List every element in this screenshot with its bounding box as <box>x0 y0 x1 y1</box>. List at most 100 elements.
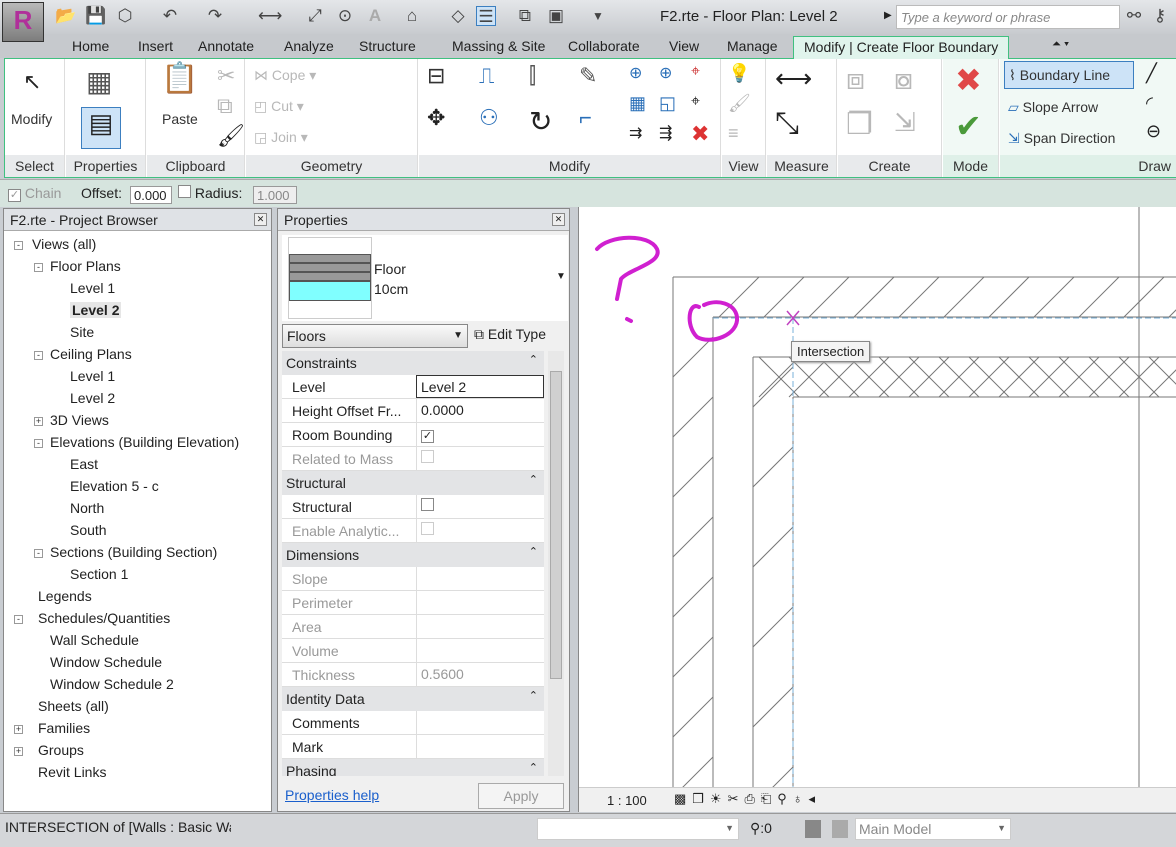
tab-structure[interactable]: Structure <box>359 38 416 54</box>
property-value-field[interactable]: ✓ <box>416 423 544 446</box>
tree-item[interactable]: Elevation 5 - c <box>70 478 159 494</box>
tree-item[interactable]: Sheets (all) <box>38 698 109 714</box>
view-controls-icons[interactable]: ▩❒☀✂⎙⎗⚲♁◂ <box>674 791 821 807</box>
properties-toggle-icon[interactable]: ▤ <box>81 107 121 149</box>
match-properties-icon[interactable]: 🖌 <box>217 123 245 149</box>
override-graphics-icon[interactable]: 🖌 <box>728 93 751 114</box>
3d-view-icon[interactable]: ⌂ <box>402 6 422 26</box>
chain-checkbox[interactable]: ✓ Chain <box>8 185 61 202</box>
tab-massing-site[interactable]: Massing & Site <box>452 38 545 54</box>
tab-home[interactable]: Home <box>72 38 109 54</box>
open-icon[interactable]: 📂 <box>55 6 76 26</box>
apply-button[interactable]: Apply <box>478 783 564 809</box>
move-icon[interactable]: ✥ <box>427 105 445 131</box>
tree-item[interactable]: Level 1 <box>70 368 115 384</box>
tree-item[interactable]: Section 1 <box>70 566 128 582</box>
application-menu-button[interactable]: R <box>2 2 44 42</box>
tab-view[interactable]: View <box>669 38 699 54</box>
collapse-icon[interactable]: - <box>14 615 23 624</box>
close-icon[interactable]: ✕ <box>254 213 267 226</box>
boundary-line-button[interactable]: ⌇ Boundary Line <box>1004 61 1134 89</box>
hide-icon[interactable]: 💡 <box>728 63 750 84</box>
type-selector[interactable]: Floor 10cm ▼ <box>282 235 568 321</box>
text-icon[interactable]: A <box>365 6 385 26</box>
cope-button[interactable]: ⋈ Cope ▾ <box>254 67 316 84</box>
property-group[interactable]: Identity Data ⌃ <box>282 687 544 711</box>
measure-between-icon[interactable]: ⟷ <box>775 63 812 94</box>
mirror-draw-axis-icon[interactable]: ✎ <box>579 63 597 89</box>
modify-button[interactable]: Modify <box>11 111 52 127</box>
property-group[interactable]: Constraints ⌃ <box>282 351 544 375</box>
tree-item[interactable]: Groups <box>38 742 84 758</box>
redo-icon[interactable]: ↷ <box>205 6 225 26</box>
trim-extend-multiple-icon[interactable]: ⇶ <box>659 123 672 143</box>
slope-arrow-button[interactable]: ▱ Slope Arrow <box>1008 99 1098 116</box>
copy-element-icon[interactable]: ⚇ <box>479 105 499 131</box>
collapse-icon[interactable]: ⌃ <box>529 353 538 366</box>
design-options-icon[interactable] <box>805 820 821 838</box>
span-direction-button[interactable]: ⇲ Span Direction <box>1008 130 1115 147</box>
scale-icon[interactable]: ◱ <box>659 93 676 114</box>
collapse-icon[interactable]: - <box>14 241 23 250</box>
key-icon[interactable]: ⚷ <box>1150 6 1170 26</box>
offset-input[interactable]: 0.000 <box>130 186 172 204</box>
property-value-field[interactable] <box>416 735 544 758</box>
chevron-down-icon[interactable]: ▼ <box>556 271 566 282</box>
copy-icon[interactable]: ⧉ <box>217 93 233 119</box>
tree-item[interactable]: Sections (Building Section) <box>50 544 217 560</box>
mirror-pick-axis-icon[interactable]: ⫿ <box>529 63 536 89</box>
offset-icon[interactable]: ⎍ <box>479 63 494 89</box>
linework-icon[interactable]: ≡ <box>728 123 739 144</box>
delete-icon[interactable]: ✖ <box>691 121 709 147</box>
align-icon[interactable]: ⊟ <box>427 63 445 89</box>
tree-item[interactable]: East <box>70 456 98 472</box>
split-icon[interactable]: ⊕ <box>629 63 642 83</box>
expand-icon[interactable]: + <box>14 747 23 756</box>
unpin-icon[interactable]: ⌖ <box>691 63 700 81</box>
create-parts-icon[interactable]: ⧇ <box>894 63 913 97</box>
property-group[interactable]: Structural ⌃ <box>282 471 544 495</box>
create-assembly-icon[interactable]: ⧈ <box>846 63 865 97</box>
tab-manage[interactable]: Manage <box>727 38 778 54</box>
trim-extend-single-icon[interactable]: ⇉ <box>629 123 642 143</box>
radius-checkbox[interactable]: Radius: <box>178 185 242 201</box>
switch-windows-icon[interactable]: ▣ <box>546 6 566 26</box>
sync-icon[interactable]: ⬡ <box>115 6 135 26</box>
undo-icon[interactable]: ↶ <box>160 6 180 26</box>
property-group[interactable]: Phasing ⌃ <box>282 759 544 776</box>
properties-scrollbar[interactable] <box>548 351 564 776</box>
section-icon[interactable]: ◇ <box>448 6 468 26</box>
thin-lines-icon[interactable]: ☰ <box>476 6 496 26</box>
property-group[interactable]: Dimensions ⌃ <box>282 543 544 567</box>
binoculars-icon[interactable]: ⚯ <box>1124 6 1144 26</box>
exclude-options-icon[interactable] <box>832 820 848 838</box>
collapse-icon[interactable]: - <box>34 263 43 272</box>
tab-modify-create-floor-boundary[interactable]: Modify | Create Floor Boundary <box>793 36 1010 59</box>
collapse-icon[interactable]: ⌃ <box>529 761 538 774</box>
collapse-icon[interactable]: ⌃ <box>529 473 538 486</box>
property-value-field[interactable] <box>416 495 544 518</box>
category-filter-dropdown[interactable]: Floors ▼ <box>282 324 468 348</box>
search-input[interactable]: Type a keyword or phrase <box>896 5 1120 29</box>
tree-item[interactable]: Views (all) <box>32 236 96 252</box>
paste-icon[interactable]: 📋 <box>161 61 198 96</box>
cut-geometry-button[interactable]: ◰ Cut ▾ <box>254 98 304 115</box>
trim-icon[interactable]: ⌐ <box>579 105 592 131</box>
tree-item[interactable]: Floor Plans <box>50 258 121 274</box>
tree-item[interactable]: Site <box>70 324 94 340</box>
split-gap-icon[interactable]: ⊕ <box>659 63 672 83</box>
close-hidden-windows-icon[interactable]: ⧉ <box>515 6 535 26</box>
tree-item[interactable]: Level 2 <box>70 390 115 406</box>
rotate-icon[interactable]: ↻ <box>529 105 552 138</box>
arc-icon[interactable]: ◜ <box>1146 93 1153 114</box>
minimize-ribbon-icon[interactable]: ⏶ ▾ <box>1052 38 1069 51</box>
design-option-dropdown[interactable]: Main Model ▼ <box>855 818 1011 840</box>
array-icon[interactable]: ▦ <box>629 93 646 114</box>
tree-item[interactable]: South <box>70 522 107 538</box>
type-properties-icon[interactable]: ▦ <box>86 65 112 98</box>
pick-walls-icon[interactable]: ⊖ <box>1146 121 1161 142</box>
tree-item[interactable]: Ceiling Plans <box>50 346 132 362</box>
customize-qat-icon[interactable]: ▼ <box>588 6 608 26</box>
tree-item[interactable]: Level 2 <box>70 302 122 318</box>
line-icon[interactable]: ╱ <box>1146 63 1157 84</box>
